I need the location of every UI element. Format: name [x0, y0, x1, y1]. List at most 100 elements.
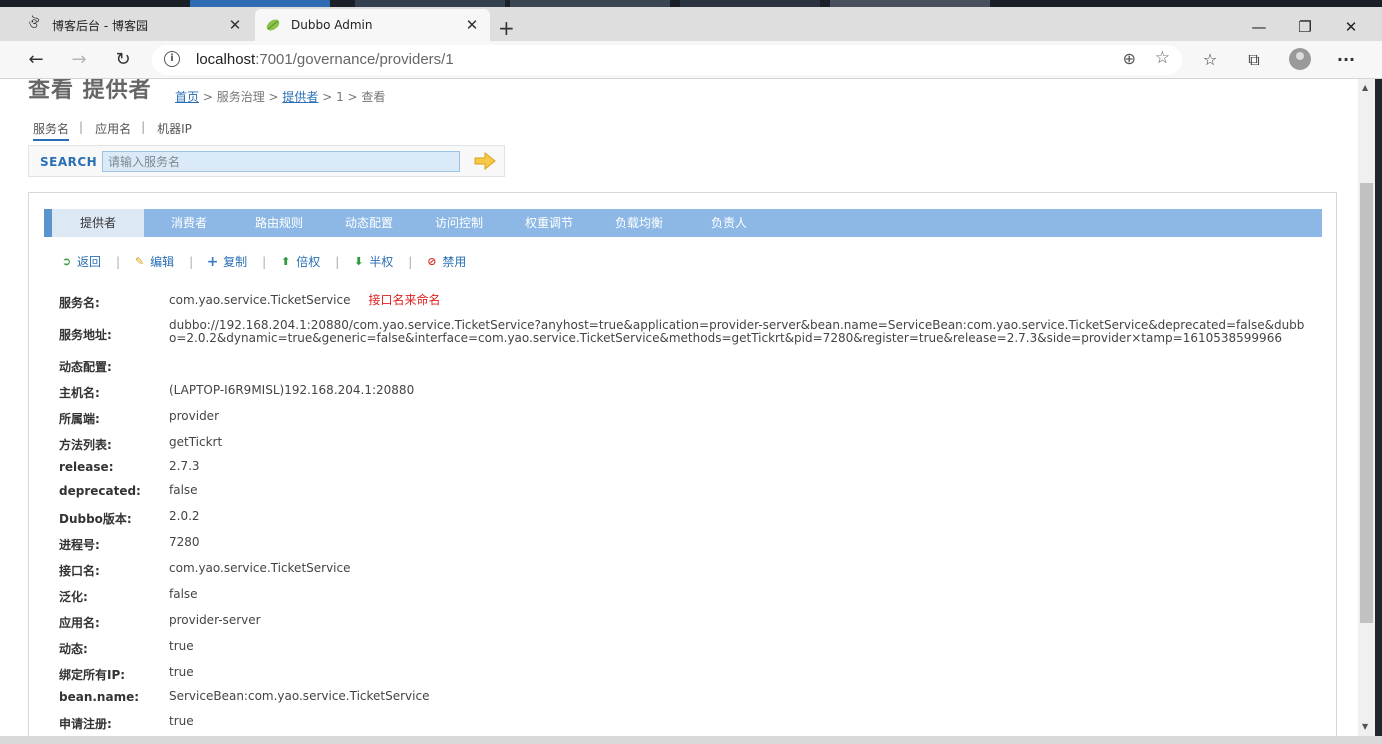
detail-key: 进程号:	[59, 538, 100, 552]
menu-routes[interactable]: 路由规则	[255, 209, 303, 237]
scrollbar-thumb[interactable]	[1360, 183, 1373, 623]
menu-weights[interactable]: 权重调节	[525, 209, 573, 237]
menu-consumers[interactable]: 消费者	[171, 209, 207, 237]
detail-key: deprecated:	[59, 484, 141, 498]
detail-key: 应用名:	[59, 616, 100, 630]
url-path: :7001/governance/providers/1	[255, 51, 454, 68]
more-menu-icon[interactable]: ···	[1335, 50, 1357, 69]
detail-key: 服务名:	[59, 296, 100, 310]
search-input[interactable]	[102, 151, 460, 172]
detail-key: 泛化:	[59, 590, 88, 604]
arrow-down-icon: ⬇	[354, 255, 364, 268]
back-icon[interactable]: ←	[24, 48, 48, 72]
menu-owners[interactable]: 负责人	[711, 209, 747, 237]
search-tab-application[interactable]: 应用名	[95, 120, 131, 141]
half-weight-button[interactable]: ⬇ 半权	[352, 253, 393, 270]
action-label: 复制	[223, 255, 248, 269]
detail-value: com.yao.service.TicketService 接口名来命名	[169, 294, 1309, 307]
restore-icon[interactable]: ❐	[1295, 18, 1315, 36]
forbidden-icon: ⊘	[427, 255, 437, 268]
search-label: SEARCH	[40, 155, 98, 169]
browser-toolbar: ← → ↻ i localhost:7001/governance/provid…	[0, 41, 1382, 79]
detail-value: ServiceBean:com.yao.service.TicketServic…	[169, 689, 430, 703]
search-go-arrow-icon[interactable]	[474, 152, 496, 170]
detail-value: provider-server	[169, 613, 261, 627]
search-box: SEARCH	[28, 145, 505, 177]
divider: |	[189, 254, 194, 269]
tab-title: Dubbo Admin	[291, 18, 373, 32]
close-tab-icon[interactable]: ✕	[464, 16, 480, 34]
divider: |	[116, 254, 121, 269]
service-name-note: 接口名来命名	[368, 293, 441, 307]
menu-dynamic-config[interactable]: 动态配置	[345, 209, 393, 237]
action-label: 倍权	[296, 255, 321, 269]
new-tab-icon[interactable]: +	[498, 16, 515, 40]
detail-value: dubbo://192.168.204.1:20880/com.yao.serv…	[169, 318, 1305, 345]
menu-access-control[interactable]: 访问控制	[435, 209, 483, 237]
search-tab-machine-ip[interactable]: 机器IP	[157, 120, 192, 141]
url-text[interactable]: localhost:7001/governance/providers/1	[196, 51, 454, 68]
scroll-down-icon[interactable]: ▼	[1362, 722, 1368, 731]
copy-button[interactable]: + 复制	[206, 253, 247, 270]
detail-value: 2.7.3	[169, 459, 200, 473]
return-button[interactable]: ➲ 返回	[60, 253, 101, 270]
leaf-favicon-icon	[265, 17, 281, 33]
browser-tab-dubbo-admin[interactable]: Dubbo Admin ✕	[255, 9, 490, 41]
page-viewport: 查看 提供者 首页 > 服务治理 > 提供者 > 1 > 查看 服务名 | 应用…	[0, 79, 1358, 736]
reload-icon[interactable]: ↻	[111, 48, 135, 72]
page-scrollbar[interactable]: ▲ ▼	[1358, 79, 1375, 736]
detail-key: 服务地址:	[59, 328, 112, 342]
pencil-icon: ✎	[134, 255, 145, 268]
detail-value: false	[169, 483, 198, 497]
profile-avatar[interactable]	[1289, 48, 1311, 70]
breadcrumb: 首页 > 服务治理 > 提供者 > 1 > 查看	[175, 88, 385, 105]
detail-key: 动态配置:	[59, 360, 112, 374]
detail-key: 申请注册:	[59, 717, 112, 731]
return-arrow-icon: ➲	[61, 255, 72, 268]
detail-value: (LAPTOP-I6R9MISL)192.168.204.1:20880	[169, 383, 415, 397]
detail-value: 7280	[169, 535, 200, 549]
service-name-value: com.yao.service.TicketService	[169, 293, 351, 307]
menu-providers[interactable]: 提供者	[52, 209, 144, 237]
close-tab-icon[interactable]: ✕	[227, 16, 243, 34]
menu-load-balance[interactable]: 负载均衡	[615, 209, 663, 237]
window-right-edge	[1375, 79, 1382, 736]
forward-icon[interactable]: →	[67, 48, 91, 72]
provider-detail-panel: 提供者 消费者 路由规则 动态配置 访问控制 权重调节 负载均衡 负责人 ➲ 返回…	[28, 192, 1337, 736]
cnblogs-favicon-icon: ঔ	[28, 16, 40, 32]
zoom-icon[interactable]: ⊕	[1123, 49, 1136, 68]
address-bar[interactable]: i localhost:7001/governance/providers/1 …	[152, 45, 1182, 75]
plus-icon: +	[206, 253, 219, 270]
minimize-icon[interactable]: —	[1249, 18, 1269, 36]
disable-button[interactable]: ⊘ 禁用	[425, 253, 466, 270]
site-info-icon[interactable]: i	[164, 51, 180, 67]
divider: |	[262, 254, 267, 269]
tab-title: 博客后台 - 博客园	[52, 18, 148, 33]
favorites-list-icon[interactable]: ☆	[1199, 50, 1221, 69]
detail-value: true	[169, 714, 194, 728]
browser-tab-bar: ঔ 博客后台 - 博客园 ✕ Dubbo Admin ✕ + — ❐ ✕	[0, 7, 1382, 41]
detail-key: 主机名:	[59, 386, 100, 400]
scroll-up-icon[interactable]: ▲	[1362, 83, 1368, 92]
url-host: localhost	[196, 51, 256, 68]
breadcrumb-home-link[interactable]: 首页	[175, 90, 199, 104]
double-weight-button[interactable]: ⬆ 倍权	[279, 253, 320, 270]
detail-key: Dubbo版本:	[59, 512, 132, 526]
window-top-edge	[0, 0, 1382, 7]
breadcrumb-sep: >	[264, 90, 283, 104]
breadcrumb-providers-link[interactable]: 提供者	[282, 90, 318, 104]
collections-icon[interactable]: ⧉	[1243, 50, 1265, 70]
search-tab-service[interactable]: 服务名	[33, 120, 70, 141]
browser-tab-blog[interactable]: ঔ 博客后台 - 博客园 ✕	[16, 9, 253, 41]
detail-value: provider	[169, 409, 219, 423]
close-window-icon[interactable]: ✕	[1341, 18, 1361, 36]
action-label: 编辑	[150, 255, 175, 269]
edit-button[interactable]: ✎ 编辑	[133, 253, 174, 270]
detail-key: 动态:	[59, 642, 88, 656]
action-label: 半权	[369, 255, 394, 269]
divider: |	[335, 254, 340, 269]
detail-key: 方法列表:	[59, 438, 112, 452]
detail-key: release:	[59, 460, 114, 474]
detail-value: true	[169, 665, 194, 679]
favorite-star-icon[interactable]: ☆	[1155, 48, 1170, 68]
